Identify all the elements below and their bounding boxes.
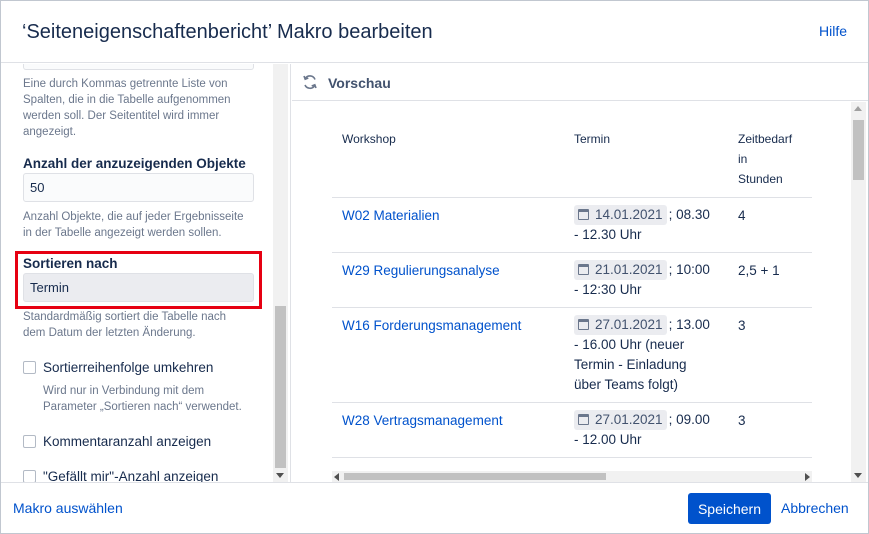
count-label: Anzahl der anzuzeigenden Objekte [23,156,246,171]
refresh-icon[interactable] [302,74,318,90]
cancel-link[interactable]: Abbrechen [781,500,849,516]
workshop-link[interactable]: W16 Forderungsmanagement [342,318,521,333]
count-input[interactable]: 50 [23,173,254,202]
reverse-order-label: Sortierreihenfolge umkehren [43,359,214,375]
workshop-link[interactable]: W02 Materialien [342,208,440,223]
comments-row[interactable]: Kommentaranzahl anzeigen [23,432,211,450]
termin-cell: 27.01.2021; 13.00- 16.00 Uhr (neuer Termi… [574,315,710,392]
columns-input[interactable] [23,64,254,70]
vertical-scrollbar-thumb[interactable] [853,120,864,180]
date-lozenge: 27.01.2021 [574,315,667,335]
parameters-panel: Eine durch Kommas getrennte Liste von Sp… [1,64,291,482]
calendar-icon [578,319,589,330]
reverse-help-text: Wird nur in Verbindung mit dem Parameter… [43,385,242,413]
calendar-icon [578,209,589,220]
row-divider [332,252,812,253]
scroll-left-icon[interactable] [334,473,339,481]
reverse-order-row[interactable]: Sortierreihenfolge umkehren [23,358,213,376]
save-button[interactable]: Speichern [688,493,771,524]
likes-row[interactable]: "Gefällt mir"-Anzahl anzeigen [23,467,218,482]
sort-highlight-box [15,251,262,309]
sort-help-text: Standardmäßig sortiert die Tabelle nach … [23,311,227,339]
date-lozenge: 21.01.2021 [574,260,667,280]
horizontal-scrollbar-thumb[interactable] [344,473,606,480]
macro-edit-dialog: ‘Seiteneigenschaftenbericht’ Makro bearb… [0,0,869,534]
header-termin: Termin [574,132,611,146]
preview-title: Vorschau [328,75,391,91]
select-macro-link[interactable]: Makro auswählen [13,500,123,516]
preview-header: Vorschau [292,64,868,101]
dialog-title: ‘Seiteneigenschaftenbericht’ Makro bearb… [22,21,433,43]
columns-help-text: Eine durch Kommas getrennte Liste von Sp… [23,78,231,138]
likes-checkbox[interactable] [23,469,36,482]
count-help-text: Anzahl Objekte, die auf jeder Ergebnisse… [23,211,244,239]
scroll-right-icon[interactable] [805,473,810,481]
left-scroll-down-icon[interactable] [276,473,284,478]
scroll-up-icon[interactable] [854,106,862,111]
likes-label: "Gefällt mir"-Anzahl anzeigen [43,468,219,483]
row-divider [332,307,812,308]
header-workshop: Workshop [342,132,396,146]
calendar-icon [578,414,589,425]
preview-body: Workshop Termin Zeitbedarf in Stunden W0… [292,102,868,482]
hours-cell: 3 [738,318,746,333]
termin-cell: 21.01.2021; 10:00- 12:30 Uhr [574,260,710,297]
preview-panel: Vorschau Workshop Termin Zeitbedarf in S… [292,64,868,482]
dialog-footer: Makro auswählen Speichern Abbrechen [1,482,868,533]
preview-horizontal-scrollbar[interactable] [332,471,812,482]
left-scrollbar-thumb[interactable] [275,306,286,468]
dialog-header: ‘Seiteneigenschaftenbericht’ Makro bearb… [1,1,868,63]
help-link[interactable]: Hilfe [819,23,847,39]
termin-cell: 27.01.2021; 09.00- 12.00 Uhr [574,410,710,447]
hours-cell: 2,5 + 1 [738,263,780,278]
row-divider [332,197,812,198]
left-scrollbar[interactable] [273,64,288,482]
row-divider [332,457,812,458]
date-lozenge: 14.01.2021 [574,205,667,225]
hours-cell: 4 [738,208,746,223]
comments-label: Kommentaranzahl anzeigen [43,433,212,449]
comments-checkbox[interactable] [23,434,36,448]
row-divider [332,402,812,403]
reverse-order-checkbox[interactable] [23,360,36,374]
hours-cell: 3 [738,413,746,428]
preview-vertical-scrollbar[interactable] [851,102,866,482]
workshop-link[interactable]: W29 Regulierungsanalyse [342,263,500,278]
workshop-link[interactable]: W28 Vertragsmanagement [342,413,503,428]
termin-cell: 14.01.2021; 08.30- 12.30 Uhr [574,205,710,242]
scroll-down-icon[interactable] [854,473,862,478]
calendar-icon [578,264,589,275]
date-lozenge: 27.01.2021 [574,410,667,430]
header-zeitbedarf: Zeitbedarf in Stunden [738,132,793,186]
